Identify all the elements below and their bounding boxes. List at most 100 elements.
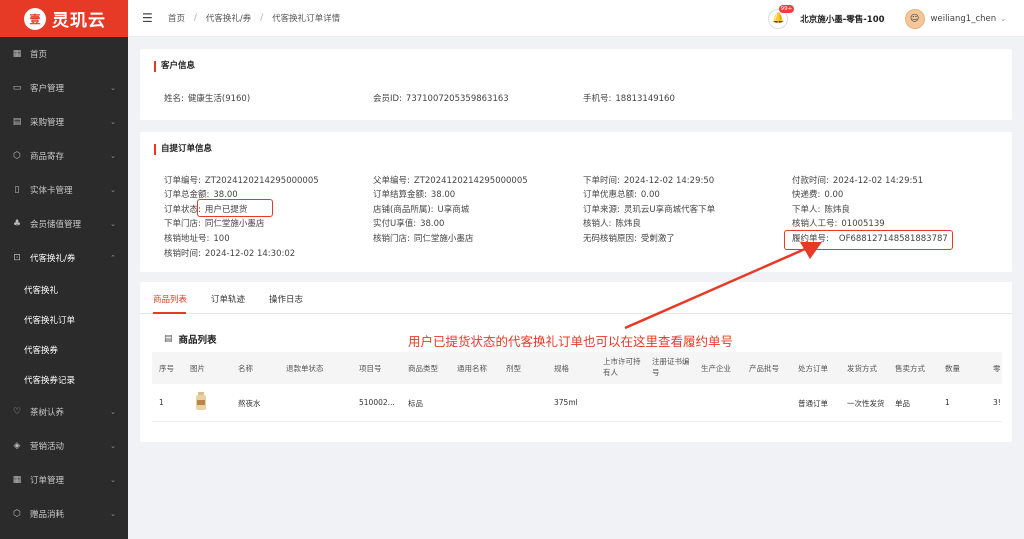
field-no-code-reason: 无码核销原因: 受刺激了 [583, 232, 675, 244]
table-cell: 3! [993, 398, 1001, 407]
chevron-down-icon: ⌄ [110, 118, 116, 126]
order-info-title: 自提订单信息 [154, 144, 212, 155]
field-verify-store: 核销门店: 同仁堂施小墨店 [373, 232, 473, 244]
table-row[interactable]: 1 熬夜水 510002... 标品 375ml 普通订单 一次性发货 单品 1… [152, 384, 1002, 422]
submenu-item-gift-exchange[interactable]: 代客换礼 [0, 275, 128, 305]
tab-operation-log[interactable]: 操作日志 [269, 293, 303, 305]
customer-name: 姓名: 健康生活(9160) [164, 92, 250, 104]
table-cell: 375ml [554, 398, 578, 407]
field-settle-amount: 订单结算金额: 38.00 [373, 188, 455, 200]
product-list-title-text: 商品列表 [178, 335, 217, 346]
column-header: 图片 [190, 364, 205, 373]
menu-toggle-icon[interactable]: ☰ [142, 11, 156, 25]
avatar[interactable]: ☺ [904, 8, 925, 29]
breadcrumb-gift-exchange[interactable]: 代客换礼/券 [206, 12, 251, 24]
notification-badge: 99+ [778, 4, 795, 13]
column-header: 商品类型 [408, 364, 438, 373]
sidebar-item-gift-exchange[interactable]: ⊡ 代客换礼/券 ⌃ [0, 241, 128, 275]
annotation-note: 用户已提货状态的代客换礼订单也可以在这里查看履约单号 [408, 334, 734, 349]
sidebar-item-customers[interactable]: ▭ 客户管理 ⌄ [0, 71, 128, 105]
cube-icon: ⬡ [13, 509, 21, 519]
chevron-down-icon: ⌄ [110, 186, 116, 194]
field-source: 订单来源: 灵玑云U享商城代客下单 [583, 203, 715, 215]
field-value: 2024-12-02 14:30:02 [204, 249, 296, 259]
breadcrumb-home[interactable]: 首页 [168, 12, 185, 24]
field-label: 核销地址号: [164, 234, 210, 244]
field-parent-no: 父单编号: ZT2024120214295000005 [373, 174, 528, 186]
sidebar-item-orders[interactable]: ▦ 订单管理 ⌄ [0, 463, 128, 497]
submenu-item-coupon-records[interactable]: 代客换券记录 [0, 365, 128, 395]
submenu-item-gift-orders[interactable]: 代客换礼订单 [0, 305, 128, 335]
field-label: 手机号: [583, 94, 612, 104]
field-label: 订单来源: [583, 205, 620, 215]
sidebar-item-label: 实体卡管理 [30, 186, 73, 196]
field-label: 核销人工号: [792, 219, 838, 229]
sidebar-item-physical-cards[interactable]: ▯ 实体卡管理 ⌄ [0, 173, 128, 207]
column-header: 名称 [238, 364, 253, 373]
calendar-icon: ▤ [12, 117, 22, 127]
column-header: 生产企业 [701, 364, 731, 373]
field-value: 2024-12-02 14:29:51 [832, 176, 924, 186]
tab-order-track[interactable]: 订单轨迹 [211, 293, 245, 305]
column-header: 数量 [945, 364, 960, 373]
field-value: 陈炜良 [824, 205, 850, 215]
column-header: 产品批号 [749, 364, 779, 373]
notification-bell-icon[interactable]: 🔔 99+ [768, 4, 795, 29]
table-cell: 1 [159, 398, 164, 407]
field-label: 实付U享值: [373, 219, 417, 229]
field-value: 陈炜良 [615, 219, 641, 229]
store-selector[interactable]: 北京施小墨-零售-100 [800, 13, 884, 25]
field-label: 订单优惠总额: [583, 190, 637, 200]
people-icon: ♣ [12, 219, 22, 229]
chevron-down-icon: ⌄ [110, 220, 116, 228]
product-image [196, 392, 206, 410]
logo-icon: 壹 [24, 7, 46, 30]
field-label: 核销门店: [373, 234, 410, 244]
chevron-down-icon: ⌄ [110, 476, 116, 484]
breadcrumb-separator: / [260, 13, 264, 23]
field-label: 下单时间: [583, 176, 620, 186]
sidebar-item-stored-value[interactable]: ♣ 会员储值管理 ⌄ [0, 207, 128, 241]
field-label: 快递费: [792, 190, 821, 200]
card-icon: ▭ [12, 83, 22, 93]
sidebar-item-consignment[interactable]: ⬡ 商品寄存 ⌄ [0, 139, 128, 173]
customer-info-card: 客户信息 姓名: 健康生活(9160) 会员ID: 7371007205359863… [140, 49, 1012, 120]
heart-icon: ♡ [12, 407, 22, 417]
logo[interactable]: 壹 灵玑云 [0, 0, 128, 37]
chevron-down-icon[interactable]: ⌄ [1000, 15, 1006, 23]
sidebar-item-home[interactable]: ▦ 首页 [0, 37, 128, 71]
sidebar-item-gift-consumption[interactable]: ⬡ 赠品消耗 ⌄ [0, 497, 128, 531]
table-cell: 1 [945, 398, 950, 407]
field-label: 会员ID: [373, 94, 402, 104]
sidebar-item-tea-adoption[interactable]: ♡ 茶树认养 ⌄ [0, 395, 128, 429]
field-verify-addr: 核销地址号: 100 [164, 232, 230, 244]
sidebar: 壹 灵玑云 ▦ 首页 ▭ 客户管理 ⌄ ▤ 采购管理 ⌄ ⬡ 商品寄存 ⌄ ▯ 实体卡管理 ⌄ ♣… [0, 0, 128, 539]
breadcrumb-current: 代客换礼订单详情 [272, 14, 341, 24]
logo-text: 灵玑云 [52, 11, 106, 31]
grid-icon: ▦ [12, 49, 22, 59]
tab-product-list[interactable]: 商品列表 [153, 293, 187, 305]
chevron-down-icon: ⌄ [110, 442, 116, 450]
field-value: 18813149160 [615, 94, 675, 104]
sidebar-item-label: 客户管理 [30, 84, 65, 94]
sidebar-item-marketing[interactable]: ◈ 营销活动 ⌄ [0, 429, 128, 463]
field-value: 100 [213, 234, 230, 244]
field-value: 受刺激了 [640, 234, 675, 244]
breadcrumb: 首页 / 代客换礼/券 / 代客换礼订单详情 [168, 12, 340, 24]
status-highlight-box [197, 199, 273, 217]
field-order-time: 下单时间: 2024-12-02 14:29:50 [583, 174, 714, 186]
sidebar-item-label: 首页 [30, 50, 48, 60]
submenu-item-coupon-exchange[interactable]: 代客换券 [0, 335, 128, 365]
field-order-store: 下单门店: 同仁堂施小墨店 [164, 217, 264, 229]
sidebar-item-label: 赠品消耗 [30, 510, 65, 520]
username[interactable]: weiliang1_chen [931, 14, 997, 24]
field-value: 38.00 [430, 190, 456, 200]
field-label: 付款时间: [792, 176, 829, 186]
field-value: 0.00 [640, 190, 660, 200]
sidebar-item-purchasing[interactable]: ▤ 采购管理 ⌄ [0, 105, 128, 139]
column-header: 售卖方式 [895, 364, 925, 373]
product-list-title: ▤ 商品列表 [164, 332, 217, 346]
field-value: U享商城 [437, 205, 470, 215]
sidebar-item-label: 茶树认养 [30, 408, 65, 418]
field-value: 7371007205359863163 [405, 94, 509, 104]
